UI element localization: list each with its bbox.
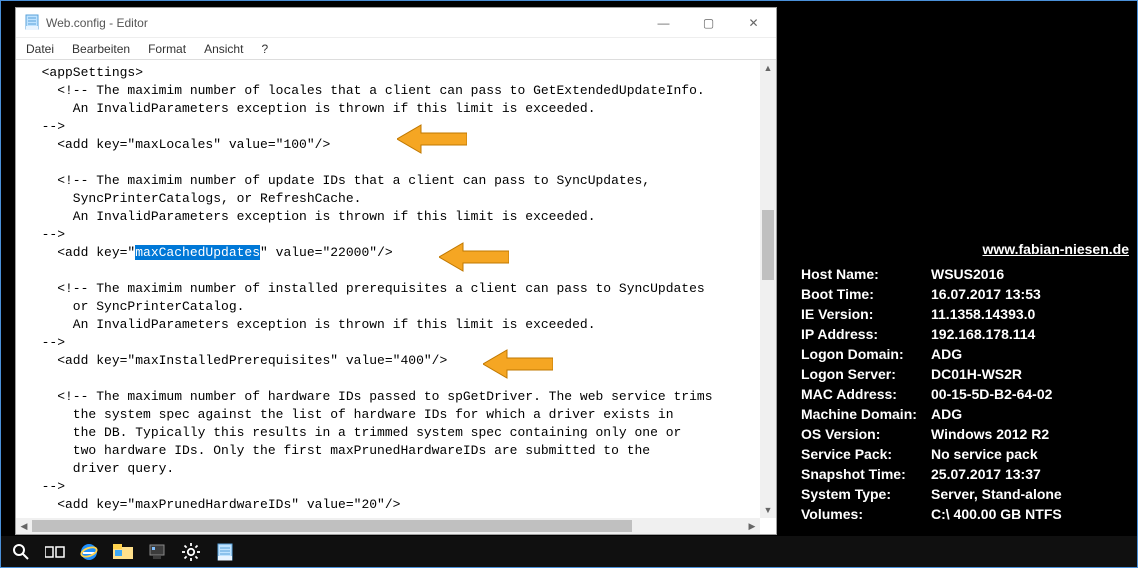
bginfo-table: Host Name:WSUS2016 Boot Time:16.07.2017 … xyxy=(799,263,1129,525)
selected-text: maxCachedUpdates xyxy=(135,245,260,260)
bginfo-row: Logon Domain:ADG xyxy=(801,345,1127,363)
horizontal-scrollbar[interactable]: ◀ ▶ xyxy=(16,518,760,534)
scroll-left-icon[interactable]: ◀ xyxy=(16,518,32,534)
editor-area: <appSettings> <!-- The maximim number of… xyxy=(16,59,776,534)
bginfo-row: Volumes:C:\ 400.00 GB NTFS xyxy=(801,505,1127,523)
bginfo-row: OS Version:Windows 2012 R2 xyxy=(801,425,1127,443)
menu-bearbeiten[interactable]: Bearbeiten xyxy=(68,40,134,58)
bginfo-row: System Type:Server, Stand-alone xyxy=(801,485,1127,503)
bginfo-row: IE Version:11.1358.14393.0 xyxy=(801,305,1127,323)
scroll-down-icon[interactable]: ▼ xyxy=(760,502,776,518)
scroll-up-icon[interactable]: ▲ xyxy=(760,60,776,76)
vertical-scrollbar[interactable]: ▲ ▼ xyxy=(760,60,776,518)
notepad-icon xyxy=(24,14,40,32)
minimize-button[interactable]: — xyxy=(641,8,686,38)
menu-help[interactable]: ? xyxy=(257,40,272,58)
menu-bar: Datei Bearbeiten Format Ansicht ? xyxy=(16,38,776,59)
horizontal-scroll-thumb[interactable] xyxy=(32,520,632,532)
titlebar[interactable]: Web.config - Editor — ▢ ✕ xyxy=(16,8,776,38)
search-icon[interactable] xyxy=(5,536,37,567)
notepad-window: Web.config - Editor — ▢ ✕ Datei Bearbeit… xyxy=(15,7,777,535)
window-title: Web.config - Editor xyxy=(46,16,148,30)
maximize-button[interactable]: ▢ xyxy=(686,8,731,38)
bginfo-row: Service Pack:No service pack xyxy=(801,445,1127,463)
bginfo-row: Machine Domain:ADG xyxy=(801,405,1127,423)
menu-ansicht[interactable]: Ansicht xyxy=(200,40,247,58)
file-explorer-icon[interactable] xyxy=(107,536,139,567)
bginfo-row: Snapshot Time:25.07.2017 13:37 xyxy=(801,465,1127,483)
menu-datei[interactable]: Datei xyxy=(22,40,58,58)
editor-content[interactable]: <appSettings> <!-- The maximim number of… xyxy=(22,60,760,518)
menu-format[interactable]: Format xyxy=(144,40,190,58)
bginfo-row: MAC Address:00-15-5D-B2-64-02 xyxy=(801,385,1127,403)
settings-icon[interactable] xyxy=(175,536,207,567)
bginfo-row: Host Name:WSUS2016 xyxy=(801,265,1127,283)
scroll-right-icon[interactable]: ▶ xyxy=(744,518,760,534)
bginfo-row: Logon Server:DC01H-WS2R xyxy=(801,365,1127,383)
task-view-icon[interactable] xyxy=(39,536,71,567)
taskbar[interactable] xyxy=(1,536,1137,567)
internet-explorer-icon[interactable] xyxy=(73,536,105,567)
server-manager-icon[interactable] xyxy=(141,536,173,567)
bginfo-panel: www.fabian-niesen.de Host Name:WSUS2016 … xyxy=(799,241,1129,525)
vertical-scroll-thumb[interactable] xyxy=(762,210,774,280)
bginfo-link: www.fabian-niesen.de xyxy=(799,241,1129,257)
close-button[interactable]: ✕ xyxy=(731,8,776,38)
notepad-taskbar-icon[interactable] xyxy=(209,536,241,567)
bginfo-row: Boot Time:16.07.2017 13:53 xyxy=(801,285,1127,303)
bginfo-row: IP Address:192.168.178.114 xyxy=(801,325,1127,343)
